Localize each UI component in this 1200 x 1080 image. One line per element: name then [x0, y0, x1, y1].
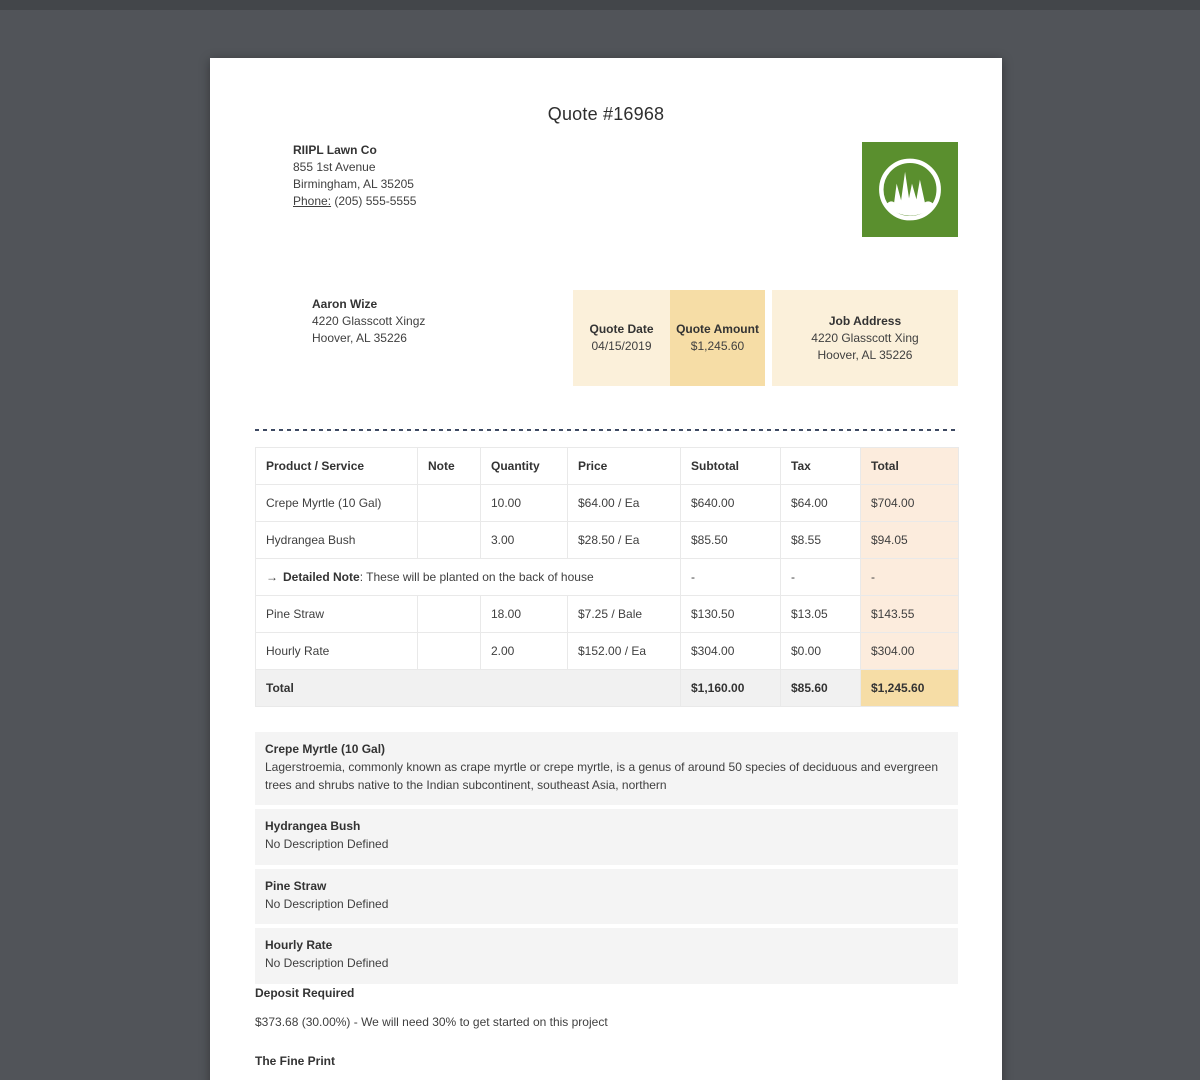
table-header-row: Product / Service Note Quantity Price Su… [256, 448, 959, 485]
cell-product: Crepe Myrtle (10 Gal) [256, 485, 418, 522]
detailed-note-row: → Detailed Note: These will be planted on… [256, 559, 959, 596]
total-row-label: Total [256, 670, 681, 707]
company-phone-line: Phone: (205) 555-5555 [293, 193, 416, 210]
customer-address-line2: Hoover, AL 35226 [312, 330, 425, 347]
cell-product: Hydrangea Bush [256, 522, 418, 559]
cell-subtotal: - [681, 559, 781, 596]
quote-date-value: 04/15/2019 [573, 338, 670, 355]
cell-subtotal: $130.50 [681, 596, 781, 633]
total-row-subtotal: $1,160.00 [681, 670, 781, 707]
col-header-note: Note [418, 448, 481, 485]
table-row: Pine Straw 18.00 $7.25 / Bale $130.50 $1… [256, 596, 959, 633]
cell-subtotal: $304.00 [681, 633, 781, 670]
table-row: Hourly Rate 2.00 $152.00 / Ea $304.00 $0… [256, 633, 959, 670]
cell-price: $28.50 / Ea [568, 522, 681, 559]
cell-quantity: 2.00 [481, 633, 568, 670]
job-address-line1: 4220 Glasscott Xing [772, 330, 958, 347]
table-row: Hydrangea Bush 3.00 $28.50 / Ea $85.50 $… [256, 522, 959, 559]
cell-tax: $0.00 [781, 633, 861, 670]
window-top-edge [0, 0, 1200, 10]
quote-date-box: Quote Date 04/15/2019 [573, 290, 670, 386]
col-header-total: Total [861, 448, 959, 485]
cell-note [418, 485, 481, 522]
total-row-grand-total: $1,245.60 [861, 670, 959, 707]
dashed-separator [255, 429, 958, 431]
description-title: Hourly Rate [265, 937, 948, 954]
cell-quantity: 10.00 [481, 485, 568, 522]
cell-total: - [861, 559, 959, 596]
cell-tax: $13.05 [781, 596, 861, 633]
product-descriptions-section: Crepe Myrtle (10 Gal) Lagerstroemia, com… [255, 732, 958, 988]
deposit-required-text: $373.68 (30.00%) - We will need 30% to g… [255, 1015, 608, 1029]
cell-quantity: 18.00 [481, 596, 568, 633]
detailed-note-label: Detailed Note [283, 570, 360, 584]
cell-price: $7.25 / Bale [568, 596, 681, 633]
job-address-line2: Hoover, AL 35226 [772, 347, 958, 364]
grass-logo-icon [862, 142, 958, 237]
arrow-right-icon: → [266, 570, 278, 584]
cell-price: $152.00 / Ea [568, 633, 681, 670]
phone-label: Phone: [293, 194, 331, 208]
cell-tax: $64.00 [781, 485, 861, 522]
cell-product: Pine Straw [256, 596, 418, 633]
cell-price: $64.00 / Ea [568, 485, 681, 522]
col-header-price: Price [568, 448, 681, 485]
cell-total: $94.05 [861, 522, 959, 559]
quote-amount-value: $1,245.60 [670, 338, 765, 355]
customer-name: Aaron Wize [312, 296, 425, 313]
line-items-table: Product / Service Note Quantity Price Su… [255, 447, 959, 707]
table-row: Crepe Myrtle (10 Gal) 10.00 $64.00 / Ea … [256, 485, 959, 522]
quote-document-page: Quote #16968 RIIPL Lawn Co 855 1st Avenu… [210, 58, 1002, 1080]
description-block: Crepe Myrtle (10 Gal) Lagerstroemia, com… [255, 732, 958, 805]
cell-tax: - [781, 559, 861, 596]
quote-summary-boxes: Quote Date 04/15/2019 Quote Amount $1,24… [573, 290, 958, 386]
cell-subtotal: $85.50 [681, 522, 781, 559]
table-total-row: Total $1,160.00 $85.60 $1,245.60 [256, 670, 959, 707]
quote-amount-label: Quote Amount [670, 321, 765, 338]
description-text: No Description Defined [265, 955, 948, 973]
quote-date-label: Quote Date [573, 321, 670, 338]
company-phone: (205) 555-5555 [334, 194, 416, 208]
description-text: No Description Defined [265, 836, 948, 854]
customer-info-block: Aaron Wize 4220 Glasscott Xingz Hoover, … [312, 296, 425, 347]
cell-tax: $8.55 [781, 522, 861, 559]
customer-address-line1: 4220 Glasscott Xingz [312, 313, 425, 330]
description-block: Hydrangea Bush No Description Defined [255, 809, 958, 865]
col-header-tax: Tax [781, 448, 861, 485]
cell-note [418, 633, 481, 670]
job-address-box: Job Address 4220 Glasscott Xing Hoover, … [772, 290, 958, 386]
box-divider [765, 290, 772, 386]
cell-total: $143.55 [861, 596, 959, 633]
fine-print-heading: The Fine Print [255, 1054, 335, 1068]
cell-subtotal: $640.00 [681, 485, 781, 522]
cell-total: $304.00 [861, 633, 959, 670]
page-title: Quote #16968 [210, 104, 1002, 125]
job-address-label: Job Address [772, 313, 958, 330]
col-header-product: Product / Service [256, 448, 418, 485]
quote-amount-box: Quote Amount $1,245.60 [670, 290, 765, 386]
description-block: Hourly Rate No Description Defined [255, 928, 958, 984]
cell-product: Hourly Rate [256, 633, 418, 670]
description-text: No Description Defined [265, 896, 948, 914]
company-info-block: RIIPL Lawn Co 855 1st Avenue Birmingham,… [293, 142, 416, 210]
cell-note [418, 522, 481, 559]
description-title: Pine Straw [265, 878, 948, 895]
description-block: Pine Straw No Description Defined [255, 869, 958, 925]
description-text: Lagerstroemia, commonly known as crape m… [265, 759, 948, 794]
cell-total: $704.00 [861, 485, 959, 522]
description-title: Crepe Myrtle (10 Gal) [265, 741, 948, 758]
company-address-line1: 855 1st Avenue [293, 159, 416, 176]
col-header-subtotal: Subtotal [681, 448, 781, 485]
col-header-quantity: Quantity [481, 448, 568, 485]
description-title: Hydrangea Bush [265, 818, 948, 835]
detailed-note-cell: → Detailed Note: These will be planted on… [256, 559, 681, 596]
total-row-tax: $85.60 [781, 670, 861, 707]
cell-quantity: 3.00 [481, 522, 568, 559]
company-name: RIIPL Lawn Co [293, 142, 416, 159]
detailed-note-text: : These will be planted on the back of h… [360, 570, 594, 584]
company-address-line2: Birmingham, AL 35205 [293, 176, 416, 193]
deposit-required-heading: Deposit Required [255, 986, 354, 1000]
cell-note [418, 596, 481, 633]
